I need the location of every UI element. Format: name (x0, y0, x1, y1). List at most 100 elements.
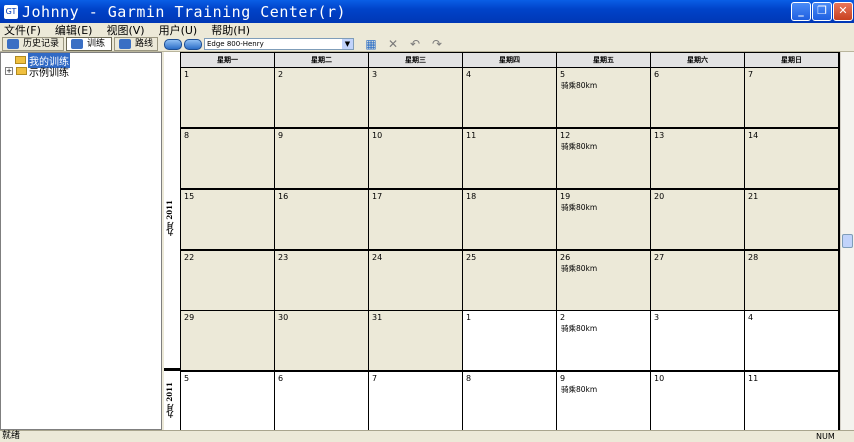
calendar-day-cell[interactable]: 5 骑乘80km (557, 68, 650, 127)
day-number: 9 (560, 374, 566, 383)
chevron-down-icon[interactable]: ▼ (342, 39, 353, 49)
calendar-day-cell[interactable]: 12 骑乘80km (557, 129, 650, 188)
redo-icon[interactable]: ↷ (430, 38, 444, 50)
training-icon (71, 39, 83, 49)
calendar-day-cell[interactable]: 2 骑乘80km (557, 311, 650, 370)
calendar-day-cell[interactable]: 5 (181, 372, 274, 430)
day-number: 16 (278, 192, 289, 201)
calendar-day-cell[interactable]: 1 (181, 68, 274, 127)
device-select[interactable]: Edge 800-Henry ▼ (204, 38, 354, 50)
tab-history-label: 历史记录 (23, 39, 60, 49)
weekday-header: 星期二 (275, 53, 368, 67)
weekday-header: 星期日 (745, 53, 838, 67)
calendar-day-cell[interactable]: 11 (463, 129, 556, 188)
calendar-day-cell[interactable]: 20 (651, 190, 744, 249)
day-number: 21 (748, 192, 759, 201)
calendar-day-cell[interactable]: 13 (651, 129, 744, 188)
calendar-day-cell[interactable]: 7 (369, 372, 462, 430)
day-number: 9 (278, 131, 284, 140)
title-bar[interactable]: GT Johnny - Garmin Training Center(r) _ … (0, 0, 854, 23)
close-button[interactable]: ✕ (833, 2, 853, 21)
calendar-day-cell[interactable]: 4 (463, 68, 556, 127)
tab-history[interactable]: 历史记录 (2, 37, 64, 51)
folder-icon (15, 56, 26, 64)
calendar-day-cell[interactable]: 26 骑乘80km (557, 251, 650, 310)
day-number: 18 (466, 192, 477, 201)
day-number: 24 (372, 253, 383, 262)
toolbar: 历史记录 训练 路线 (0, 36, 854, 52)
receive-from-device-icon[interactable] (184, 39, 202, 50)
calendar-day-cell[interactable]: 11 (745, 372, 838, 430)
calendar-day-cell[interactable]: 6 (651, 68, 744, 127)
menu-bar: 文件(F) 编辑(E) 视图(V) 用户(U) 帮助(H) (0, 23, 854, 37)
weekday-header: 星期三 (369, 53, 462, 67)
day-number: 1 (184, 70, 190, 79)
calendar-scrollbar[interactable] (840, 52, 854, 430)
day-number: 23 (278, 253, 289, 262)
calendar-day-cell[interactable]: 7 (745, 68, 838, 127)
calendar-day-cell[interactable]: 23 (275, 251, 368, 310)
workout-tree: 我的训练 + 示例训练 (0, 52, 162, 430)
calendar-day-cell[interactable]: 31 (369, 311, 462, 370)
day-number: 3 (372, 70, 378, 79)
scheduled-workout[interactable]: 骑乘80km (561, 323, 597, 334)
calendar-day-cell[interactable]: 29 (181, 311, 274, 370)
calendar-day-cell[interactable]: 17 (369, 190, 462, 249)
day-number: 5 (560, 70, 566, 79)
scrollbar-thumb[interactable] (842, 234, 853, 248)
calendar-day-cell[interactable]: 28 (745, 251, 838, 310)
calendar-day-cell[interactable]: 8 (463, 372, 556, 430)
scheduled-workout[interactable]: 骑乘80km (561, 263, 597, 274)
tab-courses[interactable]: 路线 (114, 37, 158, 51)
calendar-day-cell[interactable]: 1 (463, 311, 556, 370)
tree-item-label: 示例训练 (29, 67, 69, 79)
maximize-button[interactable]: ❐ (812, 2, 832, 21)
calendar-day-cell[interactable]: 3 (369, 68, 462, 127)
calendar-day-cell[interactable]: 15 (181, 190, 274, 249)
course-icon (119, 39, 131, 49)
calendar-day-cell[interactable]: 9 骑乘80km (557, 372, 650, 430)
calendar-day-cell[interactable]: 6 (275, 372, 368, 430)
calendar-day-cell[interactable]: 16 (275, 190, 368, 249)
delete-icon[interactable]: ✕ (386, 38, 400, 50)
calendar-day-cell[interactable]: 25 (463, 251, 556, 310)
scheduled-workout[interactable]: 骑乘80km (561, 384, 597, 395)
device-select-value: Edge 800-Henry (207, 40, 264, 48)
calendar-day-cell[interactable]: 21 (745, 190, 838, 249)
minimize-button[interactable]: _ (791, 2, 811, 21)
scheduled-workout[interactable]: 骑乘80km (561, 141, 597, 152)
tab-training[interactable]: 训练 (66, 37, 112, 51)
calendar-day-cell[interactable]: 19 骑乘80km (557, 190, 650, 249)
window-title: Johnny - Garmin Training Center(r) (22, 2, 347, 21)
calendar-day-cell[interactable]: 9 (275, 129, 368, 188)
calendar-day-cell[interactable]: 24 (369, 251, 462, 310)
tab-training-label: 训练 (87, 39, 106, 49)
month-label: 九月 2011 (165, 382, 174, 419)
calendar-day-cell[interactable]: 10 (651, 372, 744, 430)
day-number: 19 (560, 192, 571, 201)
tree-item-sample-workouts[interactable]: + 示例训练 (5, 65, 69, 79)
calendar-day-cell[interactable]: 10 (369, 129, 462, 188)
calendar-day-cell[interactable]: 2 (275, 68, 368, 127)
weekday-header: 星期一 (181, 53, 274, 67)
calendar-day-cell[interactable]: 4 (745, 311, 838, 370)
day-number: 6 (278, 374, 284, 383)
undo-icon[interactable]: ↶ (408, 38, 422, 50)
scheduled-workout[interactable]: 骑乘80km (561, 202, 597, 213)
new-workout-icon[interactable]: ▦ (364, 38, 378, 50)
calendar-day-cell[interactable]: 18 (463, 190, 556, 249)
expand-icon[interactable]: + (5, 67, 13, 75)
calendar-day-cell[interactable]: 3 (651, 311, 744, 370)
day-number: 5 (184, 374, 190, 383)
calendar-day-cell[interactable]: 27 (651, 251, 744, 310)
calendar-day-cell[interactable]: 30 (275, 311, 368, 370)
day-number: 30 (278, 313, 289, 322)
scheduled-workout[interactable]: 骑乘80km (561, 80, 597, 91)
calendar-day-cell[interactable]: 8 (181, 129, 274, 188)
day-number: 11 (466, 131, 477, 140)
calendar-day-cell[interactable]: 14 (745, 129, 838, 188)
calendar-day-cell[interactable]: 22 (181, 251, 274, 310)
day-number: 13 (654, 131, 665, 140)
day-number: 7 (372, 374, 378, 383)
send-to-device-icon[interactable] (164, 39, 182, 50)
